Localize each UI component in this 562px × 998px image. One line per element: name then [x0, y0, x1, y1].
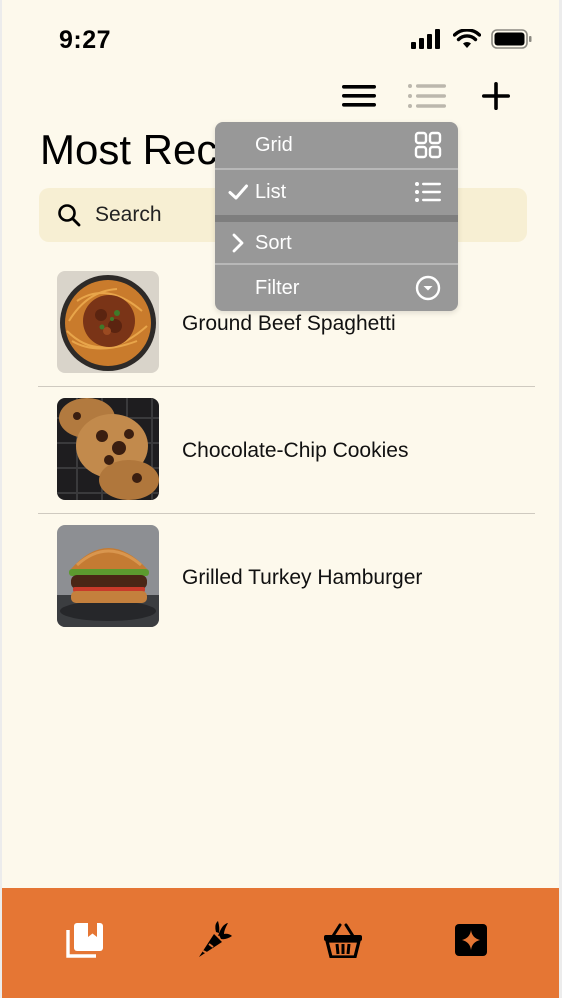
chevron-down-circle-icon	[415, 275, 441, 301]
recipe-image-spaghetti	[57, 271, 159, 373]
tab-shopping[interactable]	[321, 918, 365, 962]
recipe-row[interactable]: Grilled Turkey Hamburger	[38, 514, 535, 641]
menu-item-label: List	[255, 180, 287, 203]
status-icons	[411, 28, 533, 50]
tab-featured[interactable]	[449, 918, 493, 962]
add-button[interactable]	[476, 76, 516, 116]
menu-item-label: Sort	[255, 231, 292, 254]
checkmark-icon	[228, 184, 248, 200]
chevron-right-icon	[232, 233, 244, 253]
recipe-name: Chocolate-Chip Cookies	[182, 439, 409, 462]
battery-icon	[491, 29, 532, 49]
menu-item-sort[interactable]: Sort	[215, 220, 458, 266]
list-view-icon	[408, 84, 446, 108]
menu-icon	[342, 85, 376, 107]
menu-item-filter[interactable]: Filter	[215, 265, 458, 311]
menu-item-list[interactable]: List	[215, 169, 458, 215]
search-icon	[58, 204, 81, 227]
cellular-signal-icon	[411, 29, 440, 49]
view-options-menu: Grid List Sort Filter	[215, 122, 458, 311]
recipe-name: Grilled Turkey Hamburger	[182, 566, 423, 589]
wifi-icon	[453, 29, 481, 48]
menu-button[interactable]	[339, 76, 379, 116]
phone-screen: 9:27 Most Recent Search Ground Beef Spag…	[2, 0, 559, 998]
list-icon	[415, 182, 441, 202]
tab-recipes[interactable]	[63, 918, 107, 962]
tab-ingredients[interactable]	[192, 918, 236, 962]
add-icon	[482, 82, 510, 110]
carrot-icon	[199, 921, 232, 957]
status-time: 9:27	[59, 26, 112, 54]
recipe-list: Ground Beef Spaghetti Chocolate-Chip Coo…	[38, 260, 535, 641]
recipe-name: Ground Beef Spaghetti	[182, 312, 396, 335]
status-bar: 9:27	[2, 0, 559, 70]
list-view-button[interactable]	[407, 76, 447, 116]
recipe-image-cookies	[57, 398, 159, 500]
menu-item-grid[interactable]: Grid	[215, 122, 458, 168]
menu-item-label: Grid	[255, 133, 293, 156]
basket-icon	[324, 923, 362, 958]
recipe-image-hamburger	[57, 525, 159, 627]
toolbar	[2, 76, 559, 116]
recipe-row[interactable]: Chocolate-Chip Cookies	[38, 387, 535, 514]
search-label: Search	[95, 203, 162, 226]
recipes-book-icon	[66, 923, 103, 958]
tab-bar	[2, 888, 559, 998]
menu-item-label: Filter	[255, 276, 300, 299]
sparkle-icon	[455, 924, 487, 956]
grid-icon	[414, 131, 442, 159]
